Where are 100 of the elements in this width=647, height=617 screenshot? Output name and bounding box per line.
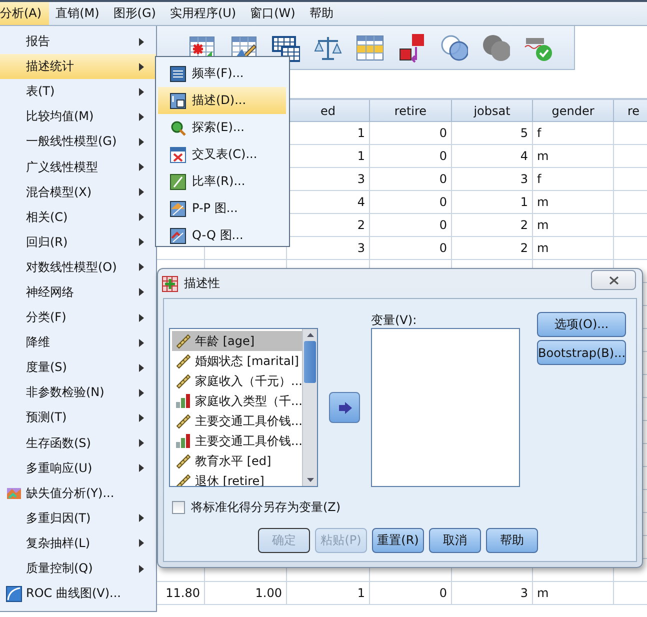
menu-item-label: 比率(R)... bbox=[192, 173, 246, 190]
menu-bar-item[interactable]: 直销(M) bbox=[48, 2, 106, 25]
column-header[interactable]: jobsat bbox=[452, 100, 533, 122]
menu-item[interactable]: 探索(E)... bbox=[158, 114, 286, 141]
list-item[interactable]: 年龄 [age] bbox=[172, 331, 302, 351]
move-button[interactable] bbox=[329, 392, 360, 423]
submenu-arrow-icon bbox=[139, 338, 144, 347]
submenu-arrow-icon bbox=[139, 464, 144, 472]
dialog-button[interactable]: 重置(R) bbox=[372, 528, 424, 553]
list-item[interactable]: 主要交通工具价钱... bbox=[172, 411, 302, 431]
filled-circles-icon[interactable] bbox=[482, 32, 510, 62]
menu-item-label: 对数线性模型(O) bbox=[26, 258, 118, 276]
table-cell: 3 bbox=[452, 582, 533, 605]
dialog-button[interactable]: Bootstrap(B)... bbox=[537, 340, 626, 365]
menu-item[interactable]: 降维 bbox=[0, 330, 156, 356]
submenu-arrow-icon bbox=[139, 138, 144, 146]
table-cell: 0 bbox=[370, 582, 452, 605]
menu-item[interactable]: 生存函数(S) bbox=[0, 430, 156, 456]
menu-item[interactable]: 一般线性模型(G) bbox=[0, 129, 156, 154]
checkbox[interactable] bbox=[172, 501, 185, 514]
dialog-button[interactable]: 帮助 bbox=[486, 528, 538, 553]
menu-item[interactable]: 对数线性模型(O) bbox=[0, 254, 156, 280]
menu-bar-item[interactable]: 图形(G) bbox=[106, 2, 163, 25]
table-cell: 0 bbox=[370, 237, 452, 260]
menu-bar-item[interactable]: 窗口(W) bbox=[243, 2, 302, 25]
list-item[interactable]: 主要交通工具价钱... bbox=[172, 431, 302, 451]
table-cell: 0 bbox=[370, 122, 452, 145]
menu-item[interactable]: 质量控制(Q) bbox=[0, 556, 156, 582]
menu-item[interactable]: 描述(D)... bbox=[158, 87, 286, 114]
menu-item[interactable]: 预测(T) bbox=[0, 405, 156, 430]
menu-item[interactable]: 复杂抽样(L) bbox=[0, 530, 156, 556]
menu-item[interactable]: 频率(F)... bbox=[158, 60, 286, 87]
menu-item[interactable]: 比率(R)... bbox=[158, 168, 286, 195]
menu-item-label: 频率(F)... bbox=[192, 65, 245, 82]
menu-item-label: 描述统计 bbox=[26, 58, 75, 76]
checkbox-label: 将标准化得分另存为变量(Z) bbox=[191, 499, 341, 516]
list-item[interactable]: 教育水平 [ed] bbox=[172, 451, 302, 471]
menu-item-label: 一般线性模型(G) bbox=[26, 133, 118, 150]
menu-item[interactable]: 表(T) bbox=[0, 79, 156, 104]
variable-list[interactable] bbox=[371, 328, 520, 487]
menu-item[interactable]: 相关(C) bbox=[0, 204, 156, 230]
menu-item[interactable]: Q-Q 图... bbox=[158, 222, 286, 249]
menu-bar-item[interactable]: 分析(A) bbox=[0, 2, 49, 25]
menu-item[interactable]: 回归(R) bbox=[0, 230, 156, 255]
fraction-box-icon bbox=[170, 174, 186, 190]
submenu-arrow-icon bbox=[139, 112, 144, 121]
dialog-button[interactable]: 选项(O)... bbox=[537, 312, 626, 337]
ruler-icon bbox=[175, 353, 191, 369]
menu-item[interactable]: 度量(S) bbox=[0, 355, 156, 380]
list-item[interactable]: 婚姻状态 [marital] bbox=[172, 351, 302, 371]
boxes-arrow-icon[interactable] bbox=[398, 32, 426, 62]
column-header[interactable]: retire bbox=[370, 100, 452, 122]
table-icon[interactable] bbox=[356, 32, 384, 62]
table-cell: f bbox=[533, 122, 614, 145]
table-cell: 3 bbox=[452, 168, 533, 191]
scrollbar[interactable] bbox=[302, 329, 317, 486]
menu-item[interactable]: 广义线性模型 bbox=[0, 154, 156, 180]
list-item[interactable]: 退休 [retire] bbox=[172, 471, 302, 486]
menu-item[interactable]: 神经网络 bbox=[0, 280, 156, 306]
menu-item[interactable]: 多重响应(U) bbox=[0, 456, 156, 481]
menu-item[interactable]: 报告 bbox=[0, 29, 156, 54]
submenu-arrow-icon bbox=[139, 388, 144, 397]
menu-item-label: P-P 图... bbox=[192, 200, 239, 217]
window-title: 描述性 bbox=[184, 275, 220, 292]
column-header[interactable]: ed bbox=[287, 100, 370, 122]
submenu-arrow-icon bbox=[139, 539, 144, 548]
table-cell: 0 bbox=[370, 191, 452, 214]
overlapping-circles-icon[interactable] bbox=[440, 32, 468, 62]
menu-item[interactable]: 比较均值(M) bbox=[0, 104, 156, 130]
menu-item[interactable]: 交叉表(C)... bbox=[158, 141, 286, 168]
menu-item[interactable]: 描述统计 bbox=[0, 54, 156, 80]
menu-item-label: 描述(D)... bbox=[192, 92, 248, 109]
menu-item[interactable]: 分类(F) bbox=[0, 305, 156, 330]
menu-bar-item[interactable]: 帮助 bbox=[302, 2, 340, 25]
dialog-button[interactable]: 取消 bbox=[429, 528, 481, 553]
menu-item-label: 交叉表(C)... bbox=[192, 146, 258, 163]
table-cell: 5 bbox=[452, 122, 533, 145]
menu-item[interactable]: 非参数检验(N) bbox=[0, 380, 156, 406]
menu-item[interactable]: 缺失值分析(Y)... bbox=[0, 480, 156, 506]
menu-item[interactable]: 多重归因(T) bbox=[0, 506, 156, 531]
menu-bar-item[interactable]: 实用程序(U) bbox=[162, 2, 244, 25]
menu-item-label: 缺失值分析(Y)... bbox=[26, 484, 116, 502]
close-button[interactable] bbox=[591, 270, 636, 290]
list-item[interactable]: 家庭收入（千元）... bbox=[172, 371, 302, 391]
menu-item[interactable]: ROC 曲线图(V)... bbox=[0, 581, 156, 606]
submenu-arrow-icon bbox=[139, 564, 144, 573]
column-header[interactable]: gender bbox=[533, 100, 614, 122]
table-cell: 1 bbox=[452, 191, 533, 214]
list-item[interactable]: 家庭收入类型（千... bbox=[172, 391, 302, 411]
table-cell: m bbox=[533, 145, 614, 168]
menu-item-label: 探索(E)... bbox=[192, 119, 246, 136]
chart-box-icon bbox=[170, 228, 186, 244]
column-header[interactable]: re bbox=[614, 100, 647, 122]
scrollbar-thumb[interactable] bbox=[304, 341, 316, 383]
ruler-icon bbox=[175, 373, 191, 389]
table-cell: 4 bbox=[452, 145, 533, 168]
menu-item[interactable]: 混合模型(X) bbox=[0, 180, 156, 205]
table-cell: 1 bbox=[287, 582, 370, 605]
menu-item[interactable]: P-P 图... bbox=[158, 195, 286, 222]
variable-list[interactable]: 年龄 [age] 婚姻状态 [marital] 家庭收入（千元）... 家庭收入类型（千... 主要交通工具价钱... 主要交通工具价钱... 教育水平 [ed] 退休 [retire] bbox=[169, 328, 318, 487]
